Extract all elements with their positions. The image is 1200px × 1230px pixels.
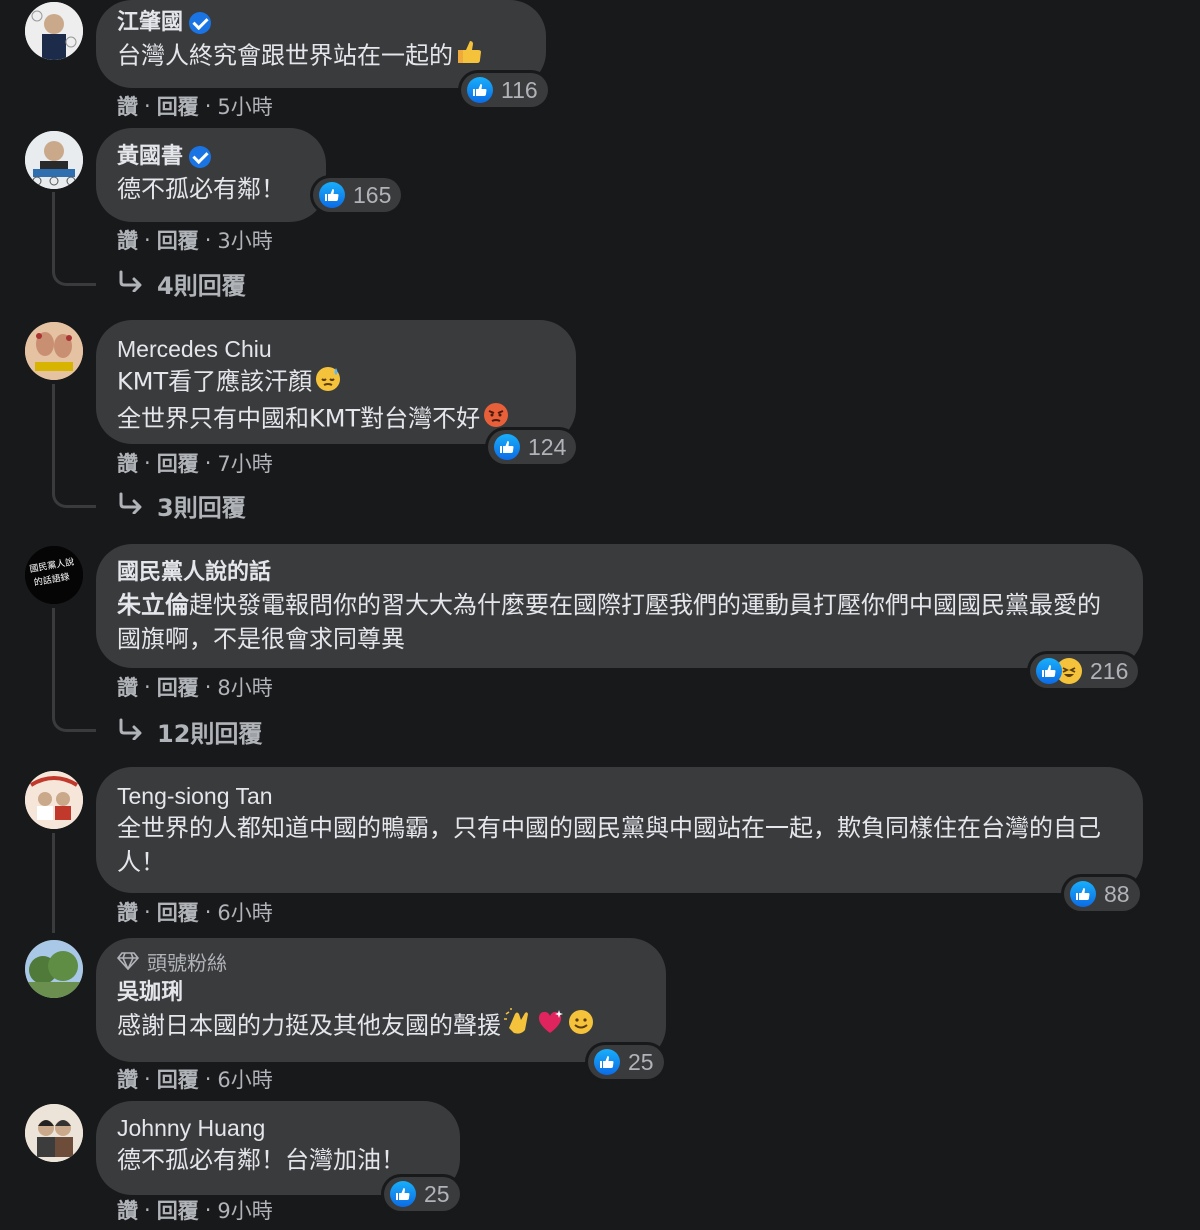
reaction-count[interactable]: 25	[588, 1045, 664, 1079]
timestamp[interactable]: 8小時	[217, 672, 272, 702]
avatar[interactable]	[25, 131, 83, 189]
comment-text: 德不孤必有鄰！	[117, 175, 285, 203]
like-reaction-icon	[467, 77, 493, 103]
like-link[interactable]: 讚	[117, 91, 138, 121]
reply-link[interactable]: 回覆	[157, 91, 199, 121]
reaction-count-text: 216	[1090, 657, 1129, 684]
sparkling-heart-emoji-icon	[535, 1008, 565, 1045]
comment-bubble: 黃國書 德不孤必有鄰！	[96, 128, 326, 222]
comment-actions: 讚 · 回覆 · 6小時	[117, 1064, 273, 1094]
reply-link[interactable]: 回覆	[157, 225, 199, 255]
thread-line	[52, 192, 96, 286]
mention-link[interactable]: 朱立倫	[117, 591, 189, 619]
replies-count: 12則回覆	[157, 720, 263, 748]
like-link[interactable]: 讚	[117, 672, 138, 702]
comment-bubble: Teng-siong Tan 全世界的人都知道中國的鴨霸，只有中國的國民黨與中國…	[96, 767, 1143, 893]
thread-line	[52, 384, 96, 508]
verified-badge-icon	[189, 12, 212, 34]
reaction-count-text: 124	[528, 433, 567, 460]
comment-actions: 讚 · 回覆 · 8小時	[117, 672, 273, 702]
timestamp[interactable]: 9小時	[217, 1195, 272, 1225]
reply-arrow-icon	[117, 270, 145, 298]
author-name[interactable]: 江肇國	[117, 8, 183, 38]
comment-bubble: 國民黨人說的話 朱立倫趕快發電報問你的習大大為什麼要在國際打壓我們的運動員打壓你…	[96, 544, 1143, 668]
like-link[interactable]: 讚	[117, 448, 138, 478]
timestamp[interactable]: 7小時	[217, 448, 272, 478]
like-reaction-icon	[594, 1049, 620, 1075]
comment-actions: 讚 · 回覆 · 3小時	[117, 225, 273, 255]
like-link[interactable]: 讚	[117, 225, 138, 255]
view-replies-button[interactable]: 3則回覆	[117, 488, 246, 523]
like-reaction-icon	[1036, 658, 1062, 684]
reply-link[interactable]: 回覆	[157, 1195, 199, 1225]
like-reaction-icon	[319, 182, 345, 208]
comment-text: 德不孤必有鄰！台灣加油！	[117, 1146, 405, 1174]
reply-arrow-icon	[117, 492, 145, 520]
author-name[interactable]: Mercedes Chiu	[117, 334, 554, 364]
avatar[interactable]: 國民黨人說 的話語錄	[25, 546, 83, 604]
top-fan-diamond-icon	[116, 948, 140, 978]
like-reaction-icon	[1070, 881, 1096, 907]
like-link[interactable]: 讚	[117, 1195, 138, 1225]
view-replies-button[interactable]: 12則回覆	[117, 714, 262, 749]
author-name[interactable]: Teng-siong Tan	[117, 781, 1121, 811]
reply-link[interactable]: 回覆	[157, 1064, 199, 1094]
comment-text: 趕快發電報問你的習大大為什麼要在國際打壓我們的運動員打壓你們中國國民黨最愛的國旗…	[117, 591, 1101, 653]
verified-badge-icon	[189, 146, 212, 168]
avatar[interactable]	[25, 940, 83, 998]
smiling-face-emoji-icon	[567, 1008, 595, 1045]
timestamp[interactable]: 5小時	[217, 91, 272, 121]
comment-text-line-1: KMT看了應該汗顏	[117, 367, 313, 396]
author-name[interactable]: 國民黨人說的話	[117, 558, 1121, 588]
reaction-count[interactable]: 116	[461, 73, 548, 107]
replies-count: 3則回覆	[157, 494, 246, 522]
comment-actions: 讚 · 回覆 · 6小時	[117, 897, 273, 927]
comment-text: 台灣人終究會跟世界站在一起的	[117, 41, 453, 70]
thumbs-up-emoji-icon	[455, 38, 483, 75]
reply-arrow-icon	[117, 718, 145, 746]
comment-text-line-2: 全世界只有中國和KMT對台灣不好	[117, 404, 481, 433]
view-replies-button[interactable]: 4則回覆	[117, 266, 246, 301]
comment-text: 感謝日本國的力挺及其他友國的聲援	[117, 1011, 501, 1040]
reply-link[interactable]: 回覆	[157, 897, 199, 927]
thread-line	[52, 608, 96, 732]
like-reaction-icon	[494, 434, 520, 460]
timestamp[interactable]: 6小時	[217, 1064, 272, 1094]
reaction-count-text: 116	[501, 76, 538, 103]
like-link[interactable]: 讚	[117, 897, 138, 927]
clapping-hands-emoji-icon	[503, 1008, 533, 1045]
reaction-count[interactable]: 216	[1030, 654, 1139, 688]
replies-count: 4則回覆	[157, 272, 246, 300]
comment-bubble: Mercedes Chiu KMT看了應該汗顏 全世界只有中國和KMT對台灣不好	[96, 320, 576, 444]
comment-bubble: 頭號粉絲 吳珈琍 感謝日本國的力挺及其他友國的聲援	[96, 938, 666, 1062]
like-reaction-icon	[390, 1181, 416, 1207]
reply-link[interactable]: 回覆	[157, 448, 199, 478]
top-fan-badge[interactable]: 頭號粉絲	[147, 948, 227, 978]
like-link[interactable]: 讚	[117, 1064, 138, 1094]
avatar[interactable]	[25, 322, 83, 380]
timestamp[interactable]: 6小時	[217, 897, 272, 927]
reaction-count[interactable]: 88	[1064, 877, 1140, 911]
avatar[interactable]	[25, 2, 83, 60]
comment-actions: 讚 · 回覆 · 7小時	[117, 448, 273, 478]
author-name[interactable]: 吳珈琍	[117, 978, 644, 1008]
reply-link[interactable]: 回覆	[157, 672, 199, 702]
reaction-count[interactable]: 25	[384, 1177, 460, 1211]
timestamp[interactable]: 3小時	[217, 225, 272, 255]
reaction-count-text: 25	[628, 1048, 654, 1075]
sweat-face-emoji-icon	[314, 364, 342, 401]
avatar[interactable]	[25, 1104, 83, 1162]
reaction-count-text: 88	[1104, 880, 1130, 907]
reaction-count-text: 165	[353, 181, 392, 208]
comment-text: 全世界的人都知道中國的鴨霸，只有中國的國民黨與中國站在一起，欺負同樣住在台灣的自…	[117, 814, 1101, 876]
reaction-count-text: 25	[424, 1180, 450, 1207]
comment-actions: 讚 · 回覆 · 5小時	[117, 91, 273, 121]
author-name[interactable]: 黃國書	[117, 142, 183, 172]
author-name[interactable]: Johnny Huang	[117, 1113, 438, 1143]
reaction-count[interactable]: 124	[488, 430, 577, 464]
avatar[interactable]	[25, 771, 83, 829]
thread-line	[52, 833, 55, 933]
comment-actions: 讚 · 回覆 · 9小時	[117, 1195, 273, 1225]
reaction-count[interactable]: 165	[313, 178, 402, 212]
